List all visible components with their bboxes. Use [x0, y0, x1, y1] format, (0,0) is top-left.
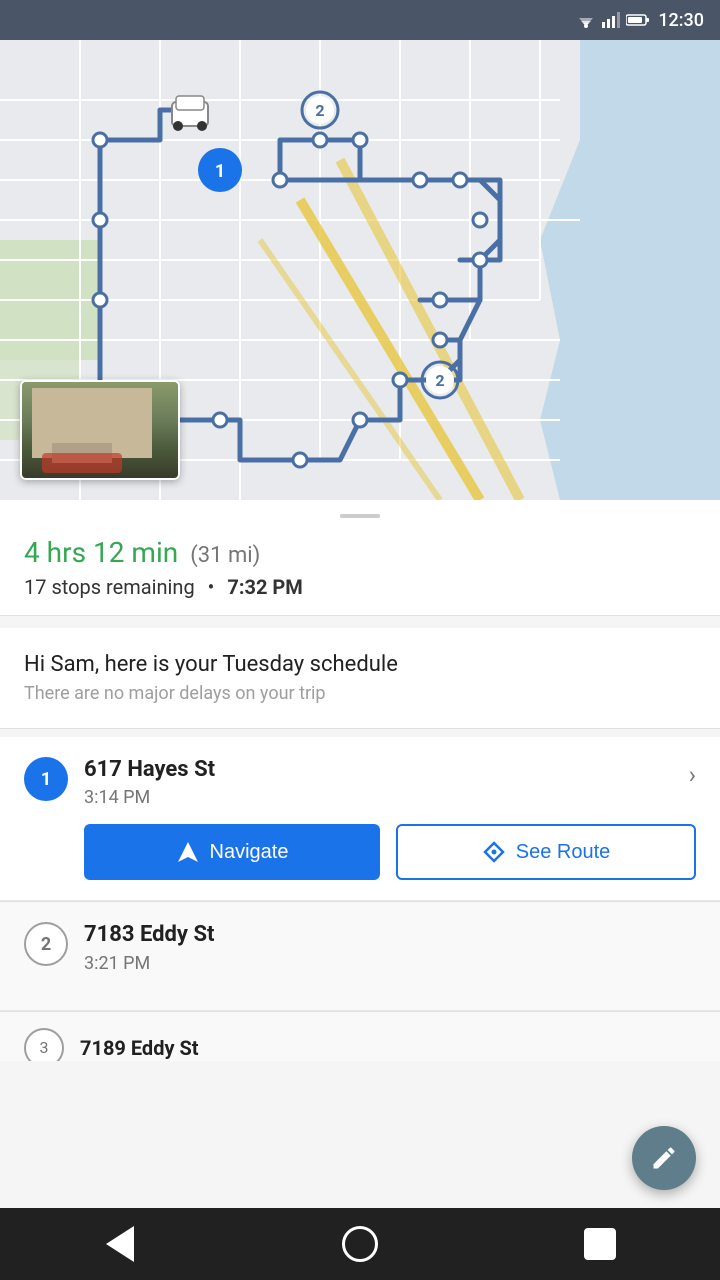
signal-icon	[602, 12, 620, 28]
street-photo-thumbnail[interactable]	[20, 380, 180, 480]
navigate-icon	[176, 840, 200, 864]
drag-handle-container	[0, 500, 720, 518]
battery-icon	[626, 13, 650, 27]
schedule-greeting: Hi Sam, here is your Tuesday schedule	[24, 652, 696, 677]
back-icon	[106, 1226, 134, 1262]
stop-1-info: 617 Hayes St 3:14 PM	[84, 757, 673, 808]
home-icon	[342, 1226, 378, 1262]
svg-text:2: 2	[315, 101, 324, 120]
stop-icon	[584, 1228, 616, 1260]
status-time: 12:30	[658, 10, 704, 31]
stop-2-time: 3:21 PM	[84, 953, 696, 974]
stop-item-1: 1 617 Hayes St 3:14 PM › Navigate See Ro…	[0, 729, 720, 901]
info-panel: 4 hrs 12 min (31 mi) 17 stops remaining …	[0, 518, 720, 616]
stop-2-header: 2 7183 Eddy St 3:21 PM	[24, 922, 696, 973]
stop-1-badge: 1	[24, 757, 68, 801]
stops-remaining: 17 stops remaining	[24, 575, 195, 599]
bottom-navigation	[0, 1208, 720, 1280]
schedule-section: Hi Sam, here is your Tuesday schedule Th…	[0, 628, 720, 729]
separator: •	[208, 575, 215, 599]
stops-row: 17 stops remaining • 7:32 PM	[24, 575, 696, 599]
edit-icon	[650, 1144, 678, 1172]
stop-3-address: 7189 Eddy St	[80, 1036, 199, 1060]
stop-1-actions: Navigate See Route	[84, 824, 696, 880]
status-icons	[576, 12, 650, 28]
stop-3-info: 7189 Eddy St	[80, 1036, 199, 1060]
svg-text:2: 2	[435, 371, 444, 390]
stop-item-3-preview: 3 7189 Eddy St	[0, 1011, 720, 1061]
see-route-icon	[482, 840, 506, 864]
schedule-subtitle: There are no major delays on your trip	[24, 683, 696, 704]
navigate-button[interactable]: Navigate	[84, 824, 380, 880]
svg-text:1: 1	[215, 161, 225, 182]
stop-2-info: 7183 Eddy St 3:21 PM	[84, 922, 696, 973]
time-row: 4 hrs 12 min (31 mi)	[24, 536, 696, 569]
stop-item-2: 2 7183 Eddy St 3:21 PM	[0, 901, 720, 1010]
wifi-icon	[576, 12, 596, 28]
see-route-button[interactable]: See Route	[396, 824, 696, 880]
stop-button[interactable]	[570, 1214, 630, 1274]
back-button[interactable]	[90, 1214, 150, 1274]
status-bar: 12:30	[0, 0, 720, 40]
duration-text: 4 hrs 12 min	[24, 536, 178, 569]
stop-2-badge: 2	[24, 922, 68, 966]
stop-3-badge: 3	[24, 1028, 64, 1061]
stop-3-header: 3 7189 Eddy St	[24, 1028, 696, 1061]
stop-1-header: 1 617 Hayes St 3:14 PM ›	[24, 757, 696, 808]
stop-1-time: 3:14 PM	[84, 787, 673, 808]
fab-edit-button[interactable]	[632, 1126, 696, 1190]
map-area[interactable]: 1 2 2	[0, 40, 720, 500]
stop-2-address: 7183 Eddy St	[84, 922, 696, 948]
stop-1-chevron[interactable]: ›	[689, 757, 696, 789]
distance-text: (31 mi)	[190, 543, 260, 568]
home-button[interactable]	[330, 1214, 390, 1274]
stop-1-address: 617 Hayes St	[84, 757, 673, 783]
eta-time: 7:32 PM	[227, 575, 302, 599]
